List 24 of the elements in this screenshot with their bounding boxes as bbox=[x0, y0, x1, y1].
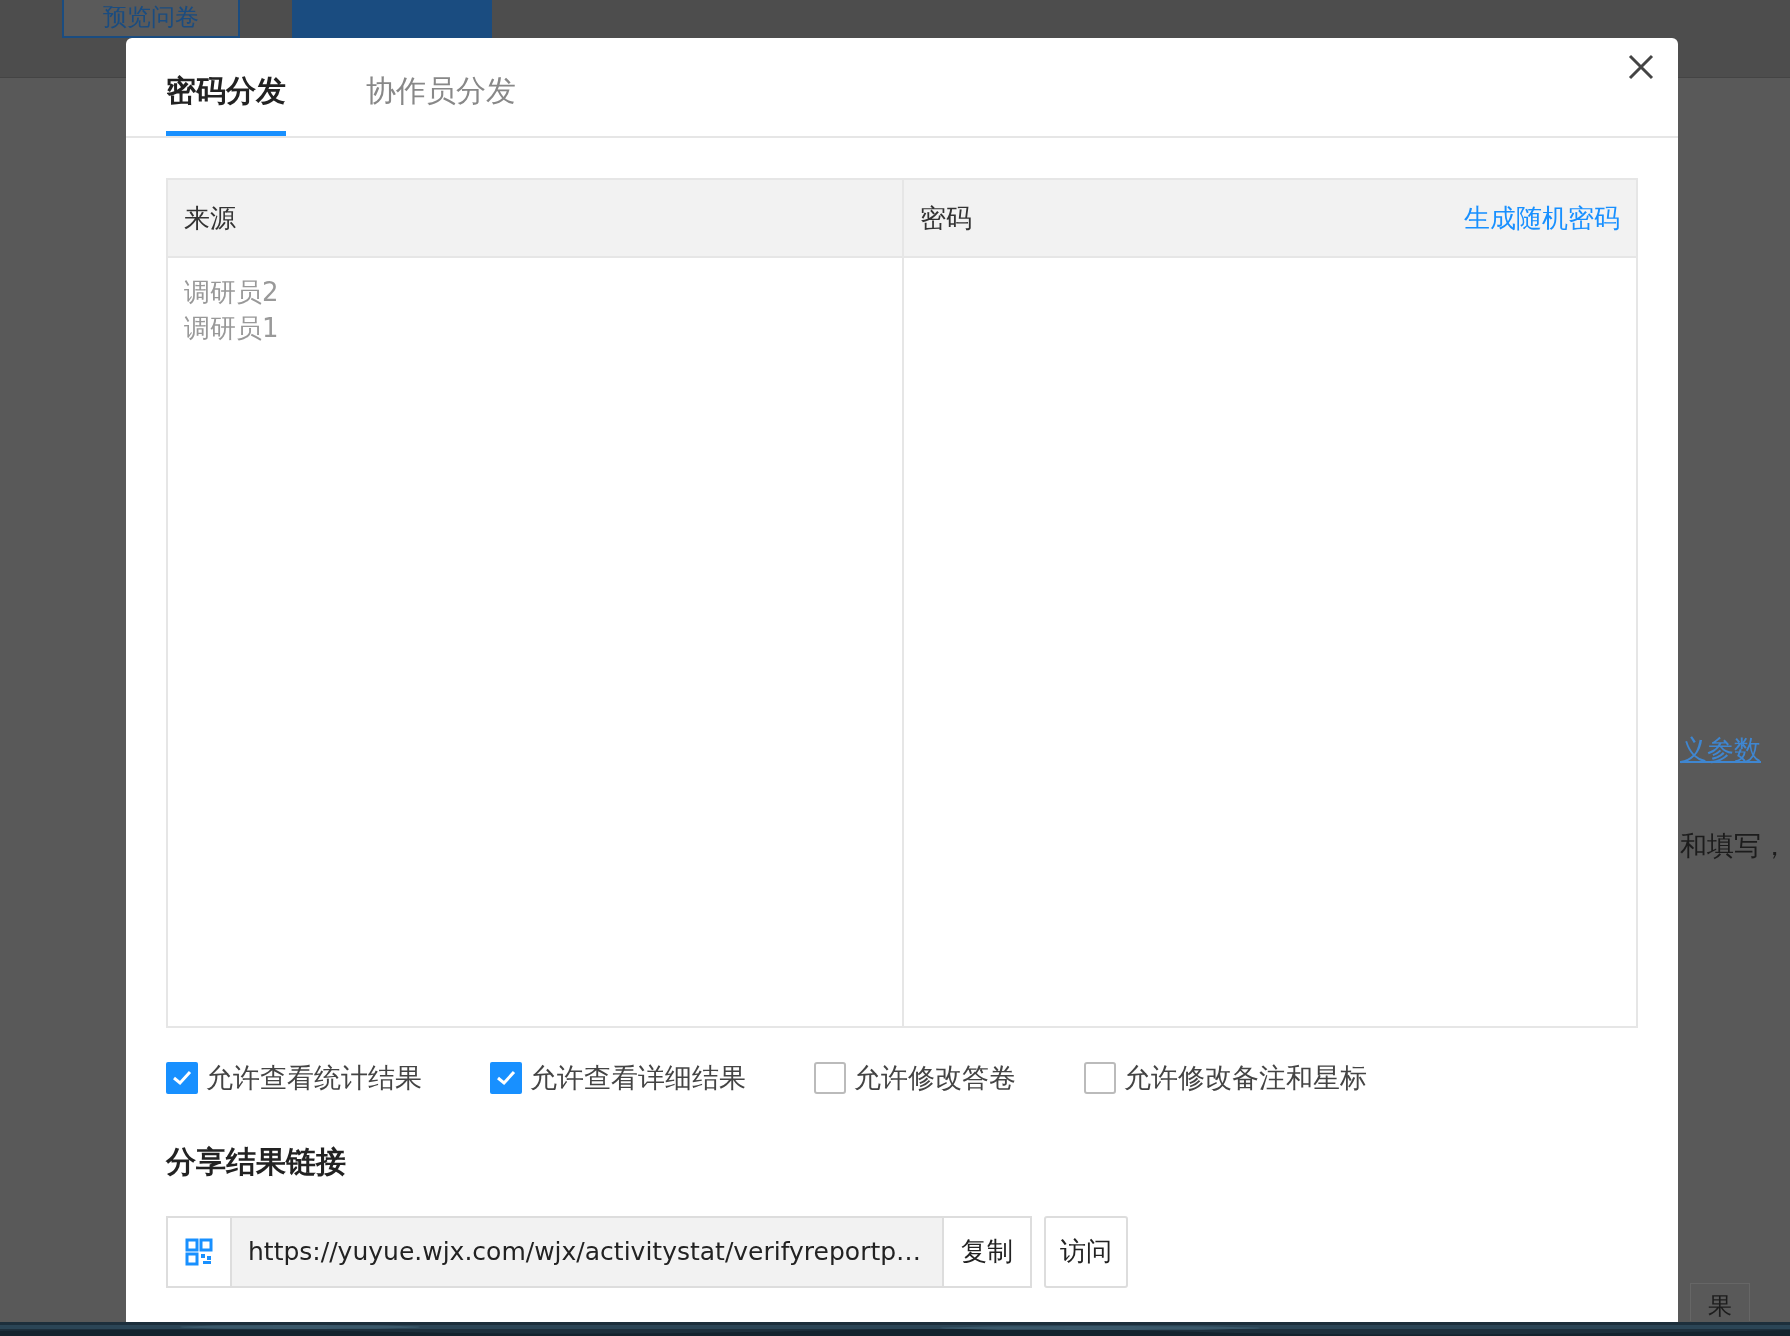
close-icon[interactable] bbox=[1626, 52, 1656, 82]
checkbox[interactable] bbox=[490, 1062, 522, 1095]
qr-code-icon[interactable] bbox=[185, 1237, 213, 1266]
parameter-link[interactable]: 义参数 bbox=[1680, 730, 1761, 771]
source-name: 调研员1 bbox=[184, 313, 279, 343]
tab[interactable]: 协作员分发 bbox=[366, 40, 516, 136]
visit-button[interactable]: 访问 bbox=[1044, 1215, 1128, 1288]
column-header: 密码 bbox=[920, 201, 972, 235]
checkbox[interactable] bbox=[814, 1062, 846, 1095]
option-label: 允许修改答卷 bbox=[854, 1061, 1016, 1095]
url-text: https://yuyue.wjx.com/wjx/activitystat/verifyreportp… bbox=[232, 1217, 942, 1286]
body-text: 和填写， bbox=[1680, 829, 1788, 863]
generate-password-link[interactable]: 生成随机密码 bbox=[1464, 198, 1620, 238]
option-label: 允许查看统计结果 bbox=[206, 1061, 422, 1095]
section-heading: 分享结果链接 bbox=[166, 1142, 347, 1181]
tab[interactable]: 密码分发 bbox=[166, 40, 286, 136]
source-name: 调研员2 bbox=[184, 277, 279, 307]
option-label: 允许查看详细结果 bbox=[530, 1061, 746, 1095]
checkbox[interactable] bbox=[166, 1062, 198, 1095]
column-header: 来源 bbox=[184, 201, 236, 235]
checkbox[interactable] bbox=[1084, 1062, 1116, 1095]
option-label: 允许修改备注和星标 bbox=[1124, 1061, 1367, 1095]
page-button[interactable]: 果 bbox=[1690, 1283, 1750, 1321]
share-link-field[interactable]: https://yuyue.wjx.com/wjx/activitystat/verifyreportp… 复制 bbox=[166, 1215, 1032, 1288]
